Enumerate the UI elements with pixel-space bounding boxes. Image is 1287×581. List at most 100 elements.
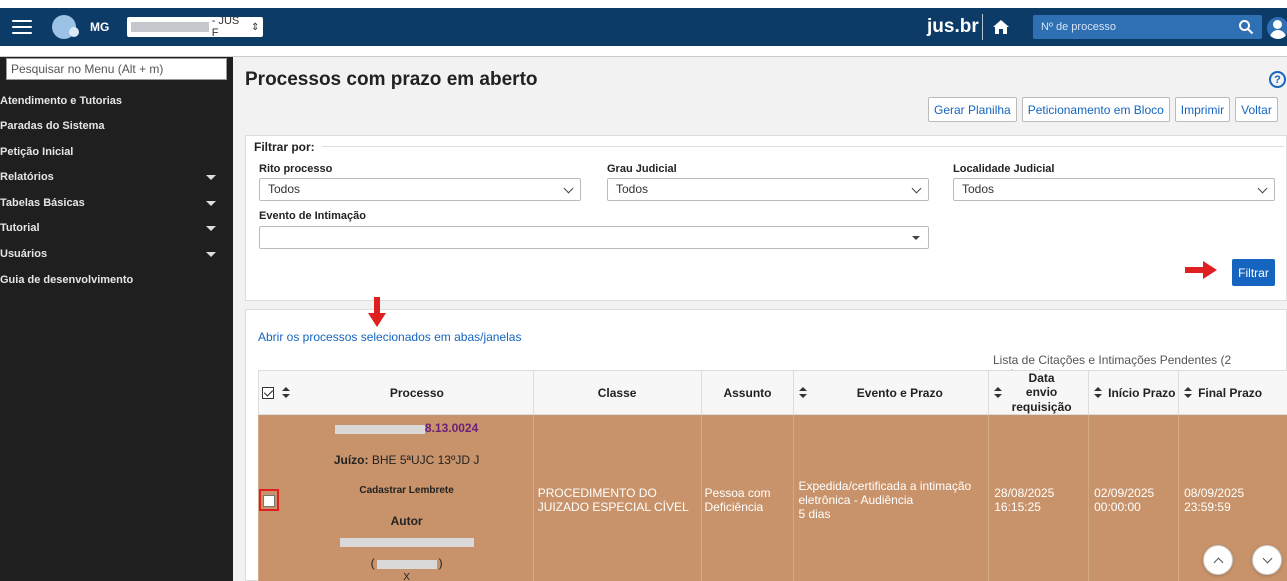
action-toolbar: Gerar Planilha Peticionamento em Bloco I… xyxy=(928,97,1278,122)
chevron-down-icon xyxy=(1257,183,1268,194)
org-selector[interactable]: - JUS F ⇕ xyxy=(127,15,264,39)
x-separator: X xyxy=(403,572,410,581)
sidebar-item-label: Atendimento e Tutorias xyxy=(0,95,123,107)
caret-down-icon xyxy=(912,236,920,240)
sidebar-item-label: Guia de desenvolvimento xyxy=(0,274,134,286)
header-assunto: Assunto xyxy=(700,369,795,416)
evento-label: Evento de Intimação xyxy=(259,210,366,222)
header-data-envio[interactable]: Data envio requisição xyxy=(988,369,1090,416)
menu-search-input[interactable]: Pesquisar no Menu (Alt + m) xyxy=(6,58,227,80)
chevron-down-icon xyxy=(563,183,574,194)
sidebar-item-usuarios[interactable]: Usuários xyxy=(0,244,220,264)
processo-cell: 8.13.0024 Juízo: BHE 5ªUJC 13ºJD J Cadas… xyxy=(280,414,534,581)
redacted-text xyxy=(339,537,474,547)
redacted-text xyxy=(376,559,437,569)
sort-icon xyxy=(1094,387,1103,399)
juizo-line: Juízo: BHE 5ªUJC 13ºJD J xyxy=(280,453,532,467)
sidebar-item-relatorios[interactable]: Relatórios xyxy=(0,167,220,187)
envio-time: 16:15:25 xyxy=(994,499,1041,514)
evento-text: Expedida/certificada a intimação eletrôn… xyxy=(798,478,972,507)
row-checkbox-cell[interactable] xyxy=(258,414,281,581)
data-envio-cell: 28/08/2025 16:15:25 xyxy=(988,414,1090,581)
filter-legend: Filtrar por: xyxy=(254,140,315,154)
table-header-row: Processo Classe Assunto Evento e Prazo D… xyxy=(258,369,1287,416)
localidade-select[interactable]: Todos xyxy=(953,178,1275,201)
logo-icon xyxy=(52,15,79,39)
cadastrar-lembrete-link[interactable]: Cadastrar Lembrete xyxy=(280,485,532,496)
header-processo-label: Processo xyxy=(389,385,444,400)
user-icon[interactable] xyxy=(1267,17,1287,39)
select-all-checkbox[interactable] xyxy=(262,387,274,400)
header-classe: Classe xyxy=(532,369,702,416)
table-row[interactable]: 8.13.0024 Juízo: BHE 5ªUJC 13ºJD J Cadas… xyxy=(258,414,1287,581)
process-search-placeholder: Nº de processo xyxy=(1041,21,1116,33)
home-icon[interactable] xyxy=(992,18,1010,36)
header-nav: MG - JUS F ⇕ jus.br Nº de processo xyxy=(0,8,1287,46)
select-all-header[interactable] xyxy=(258,369,281,416)
processes-table: Processo Classe Assunto Evento e Prazo D… xyxy=(258,369,1287,581)
updown-icon: ⇕ xyxy=(250,21,260,33)
grau-select[interactable]: Todos xyxy=(607,178,929,201)
header-final[interactable]: Final Prazo xyxy=(1178,369,1287,416)
envio-date: 28/08/2025 xyxy=(994,485,1055,500)
redacted-org xyxy=(131,22,209,32)
processo-number-suffix: 8.13.0024 xyxy=(424,421,479,436)
voltar-button[interactable]: Voltar xyxy=(1235,97,1278,122)
top-bar: MG - JUS F ⇕ jus.br Nº de processo xyxy=(0,0,1287,57)
caret-down-icon xyxy=(206,175,216,180)
chevron-down-icon xyxy=(1262,553,1272,563)
process-search-input[interactable]: Nº de processo xyxy=(1033,15,1262,39)
sidebar-item-guia[interactable]: Guia de desenvolvimento xyxy=(0,270,220,290)
sidebar-item-tabelas[interactable]: Tabelas Básicas xyxy=(0,193,220,213)
header-evento-label: Evento e Prazo xyxy=(856,385,943,400)
juizo-label: Juízo: xyxy=(333,453,369,468)
sidebar-item-label: Tabelas Básicas xyxy=(0,197,85,209)
localidade-label: Localidade Judicial xyxy=(953,163,1055,175)
gerar-planilha-button[interactable]: Gerar Planilha xyxy=(928,97,1017,122)
help-icon[interactable]: ? xyxy=(1269,71,1286,88)
imprimir-button[interactable]: Imprimir xyxy=(1174,97,1231,122)
peticionamento-bloco-button[interactable]: Peticionamento em Bloco xyxy=(1021,97,1170,122)
open-selected-link[interactable]: Abrir os processos selecionados em abas/… xyxy=(258,330,521,344)
filtrar-button[interactable]: Filtrar xyxy=(1232,259,1275,286)
filter-panel: Filtrar por: Rito processo Todos Grau Ju… xyxy=(245,135,1287,301)
results-panel: Abrir os processos selecionados em abas/… xyxy=(245,309,1287,581)
autor-doc: () xyxy=(370,556,443,571)
caret-down-icon xyxy=(206,201,216,206)
header-evento[interactable]: Evento e Prazo xyxy=(793,369,990,416)
evento-select[interactable] xyxy=(259,226,929,249)
final-date: 08/09/2025 xyxy=(1184,485,1245,500)
sidebar-item-label: Petição Inicial xyxy=(0,146,74,158)
grau-value: Todos xyxy=(616,182,649,196)
sort-icon xyxy=(994,386,1003,399)
annotation-arrow-right-icon xyxy=(1185,261,1217,279)
divider xyxy=(322,146,1284,147)
annotation-arrow-down-icon xyxy=(368,297,386,327)
brand-logo[interactable]: jus.br xyxy=(927,16,979,38)
header-final-label: Final Prazo xyxy=(1198,385,1263,400)
hamburger-menu-icon[interactable] xyxy=(12,20,32,34)
scroll-down-button[interactable] xyxy=(1252,545,1282,575)
rito-select[interactable]: Todos xyxy=(259,178,581,201)
processo-number[interactable]: 8.13.0024 xyxy=(280,421,532,435)
sidebar-item-tutorial[interactable]: Tutorial xyxy=(0,218,220,238)
caret-down-icon xyxy=(206,252,216,257)
sidebar-item-peticao[interactable]: Petição Inicial xyxy=(0,142,220,162)
search-icon[interactable] xyxy=(1238,19,1254,35)
sidebar-item-atendimento[interactable]: Atendimento e Tutorias xyxy=(0,91,220,111)
inicio-date: 02/09/2025 xyxy=(1094,485,1155,500)
row-checkbox[interactable] xyxy=(263,494,275,507)
header-inicio[interactable]: Início Prazo xyxy=(1088,369,1180,416)
scroll-up-button[interactable] xyxy=(1203,545,1233,575)
header-processo[interactable]: Processo xyxy=(280,369,534,416)
sidebar: Pesquisar no Menu (Alt + m) Atendimento … xyxy=(0,57,233,581)
inicio-cell: 02/09/2025 00:00:00 xyxy=(1088,414,1180,581)
sidebar-item-label: Tutorial xyxy=(0,222,40,234)
header-inicio-label: Início Prazo xyxy=(1108,385,1176,400)
final-time: 23:59:59 xyxy=(1184,499,1231,514)
page-title: Processos com prazo em aberto xyxy=(245,69,538,90)
org-suffix: - JUS F xyxy=(211,15,240,39)
sidebar-item-label: Paradas do Sistema xyxy=(0,120,105,132)
rito-value: Todos xyxy=(268,182,301,196)
sidebar-item-paradas[interactable]: Paradas do Sistema xyxy=(0,116,220,136)
